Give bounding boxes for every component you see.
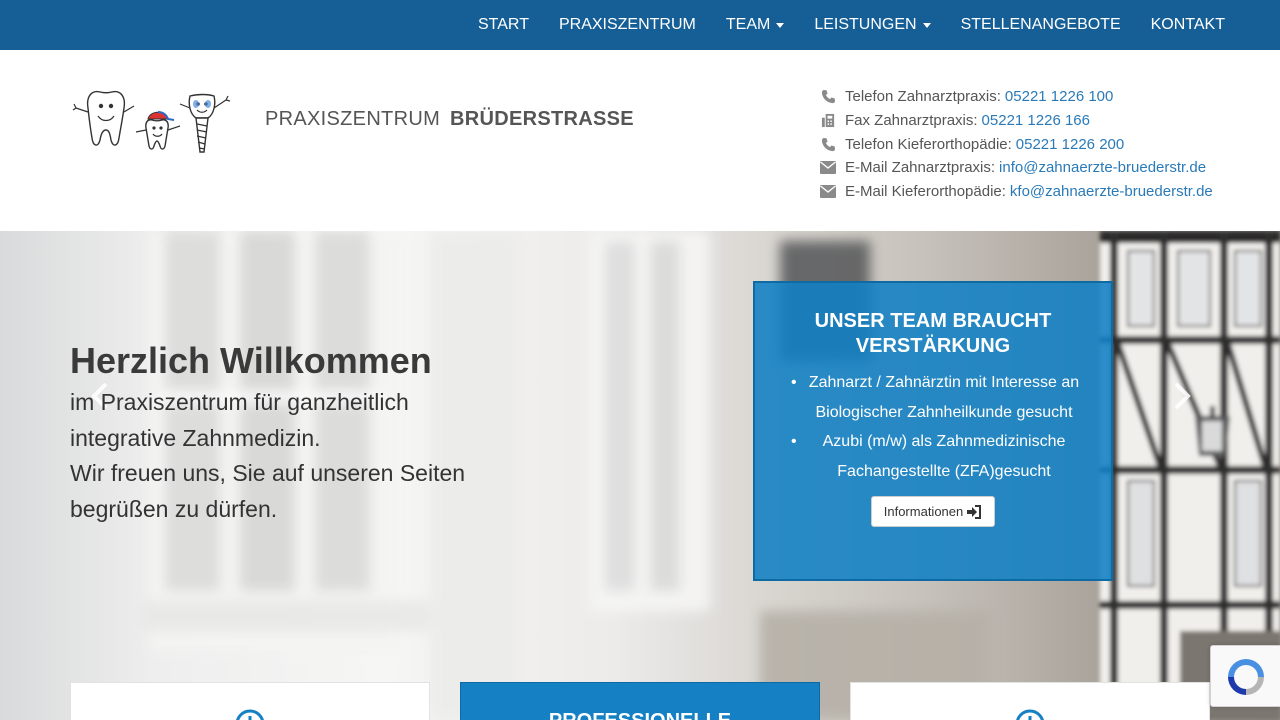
logo[interactable] xyxy=(72,86,234,158)
hero-subtitle-line-1: im Praxiszentrum für ganzheitlich integr… xyxy=(70,389,409,451)
contact-label: Telefon Kieferorthopädie: xyxy=(845,135,1012,153)
email-link[interactable]: kfo@zahnaerzte-bruederstr.de xyxy=(1010,183,1213,200)
contact-item: E-Mail Zahnarztpraxis: info@zahnaerzte-b… xyxy=(820,156,1213,180)
contact-label: E-Mail Kieferorthopädie: xyxy=(845,183,1006,201)
informationen-button-label: Informationen xyxy=(883,504,964,519)
email-link[interactable]: info@zahnaerzte-bruederstr.de xyxy=(999,159,1206,176)
contact-label: E-Mail Zahnarztpraxis: xyxy=(845,159,996,177)
contact-label: Telefon Zahnarztpraxis: xyxy=(845,88,1001,106)
feature-card-right xyxy=(850,682,1210,720)
nav-item-start[interactable]: START xyxy=(478,16,529,34)
feature-circle-icon xyxy=(1016,709,1044,720)
phone-link[interactable]: 05221 1226 100 xyxy=(1005,88,1113,105)
hero-title: Herzlich Willkommen xyxy=(70,340,432,381)
hero-carousel: Herzlich Willkommen im Praxiszentrum für… xyxy=(0,231,1280,720)
phone-icon xyxy=(820,89,836,105)
job-offer-item: Azubi (m/w) als Zahnmedizinische Fachang… xyxy=(775,427,1091,486)
recaptcha-icon xyxy=(1228,659,1264,695)
chevron-right-icon xyxy=(1174,382,1191,410)
informationen-button[interactable]: Informationen xyxy=(870,496,996,527)
phone-link[interactable]: 05221 1226 200 xyxy=(1016,136,1124,153)
caret-down-icon xyxy=(922,22,931,28)
envelope-icon xyxy=(820,184,836,200)
job-offer-list: Zahnarzt / Zahnärztin mit Interesse an B… xyxy=(755,368,1111,486)
contact-item: Telefon Zahnarztpraxis: 05221 1226 100 xyxy=(820,85,1213,109)
sign-in-icon xyxy=(967,504,982,519)
brand-name-light: PRAXISZENTRUM xyxy=(265,108,441,130)
nav-item-praxiszentrum[interactable]: PRAXISZENTRUM xyxy=(559,16,696,34)
brand-name-bold: BRÜDERSTRASSE xyxy=(450,108,634,130)
fax-link[interactable]: 05221 1226 166 xyxy=(982,112,1090,129)
job-offer-item: Zahnarzt / Zahnärztin mit Interesse an B… xyxy=(775,368,1091,427)
nav-menu: START PRAXISZENTRUM TEAM LEISTUNGEN STEL… xyxy=(448,0,1225,50)
contact-item: Fax Zahnarztpraxis: 05221 1226 166 xyxy=(820,109,1213,133)
contact-label: Fax Zahnarztpraxis: xyxy=(845,112,978,130)
contact-item: E-Mail Kieferorthopädie: kfo@zahnaerzte-… xyxy=(820,180,1213,204)
job-offer-box: UNSER TEAM BRAUCHT VERSTÄRKUNG Zahnarzt … xyxy=(753,281,1113,581)
envelope-icon xyxy=(820,160,836,176)
contact-info-list: Telefon Zahnarztpraxis: 05221 1226 100 F… xyxy=(820,85,1213,203)
site-header: PRAXISZENTRUM BRÜDERSTRASSE Telefon Zahna… xyxy=(0,50,1280,231)
caret-down-icon xyxy=(776,22,785,28)
contact-item: Telefon Kieferorthopädie: 05221 1226 200 xyxy=(820,132,1213,156)
hero-caption: Herzlich Willkommen im Praxiszentrum für… xyxy=(70,339,490,527)
brand-name[interactable]: PRAXISZENTRUM BRÜDERSTRASSE xyxy=(265,108,634,131)
job-offer-title: UNSER TEAM BRAUCHT VERSTÄRKUNG xyxy=(814,310,1052,357)
nav-item-team[interactable]: TEAM xyxy=(726,16,785,34)
feature-card-left xyxy=(70,682,430,720)
feature-card-middle: PROFESSIONELLE xyxy=(460,682,820,720)
nav-item-kontakt[interactable]: KONTAKT xyxy=(1151,16,1225,34)
recaptcha-badge[interactable] xyxy=(1210,645,1280,707)
nav-item-leistungen[interactable]: LEISTUNGEN xyxy=(814,16,931,34)
nav-item-stellenangebote[interactable]: STELLENANGEBOTE xyxy=(961,16,1121,34)
feature-circle-icon xyxy=(236,709,264,720)
fax-icon xyxy=(820,113,836,129)
feature-card-title: PROFESSIONELLE xyxy=(461,710,819,720)
carousel-next-button[interactable] xyxy=(1166,376,1196,416)
teeth-mascot-logo xyxy=(72,90,231,153)
hero-subtitle-line-2: Wir freuen uns, Sie auf unseren Seiten b… xyxy=(70,460,466,522)
top-navigation: START PRAXISZENTRUM TEAM LEISTUNGEN STEL… xyxy=(0,0,1280,50)
phone-icon xyxy=(820,136,836,152)
